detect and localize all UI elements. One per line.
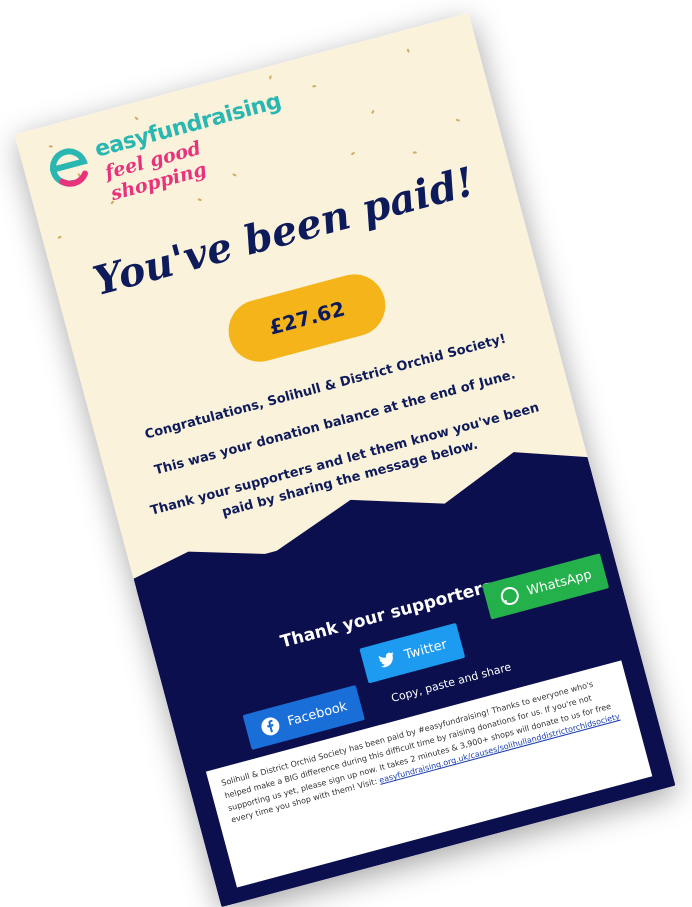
twitter-icon (378, 651, 394, 668)
logo-e-icon (49, 148, 88, 187)
brand-logo[interactable]: easyfundraising feel good shopping (39, 83, 306, 208)
share-message-text: Solihull & District Orchid Society has b… (220, 679, 612, 825)
facebook-icon (261, 717, 280, 736)
whatsapp-label: WhatsApp (525, 566, 594, 599)
share-section: Thank your supporters WhatsApp Twitter F… (133, 452, 676, 907)
twitter-share-button[interactable]: Twitter (359, 622, 465, 684)
whatsapp-icon (500, 586, 519, 605)
facebook-label: Facebook (285, 698, 349, 729)
payout-email-card: easyfundraising feel good shopping You'v… (14, 12, 676, 907)
twitter-label: Twitter (402, 636, 449, 663)
payout-amount-badge: £27.62 (221, 267, 393, 369)
